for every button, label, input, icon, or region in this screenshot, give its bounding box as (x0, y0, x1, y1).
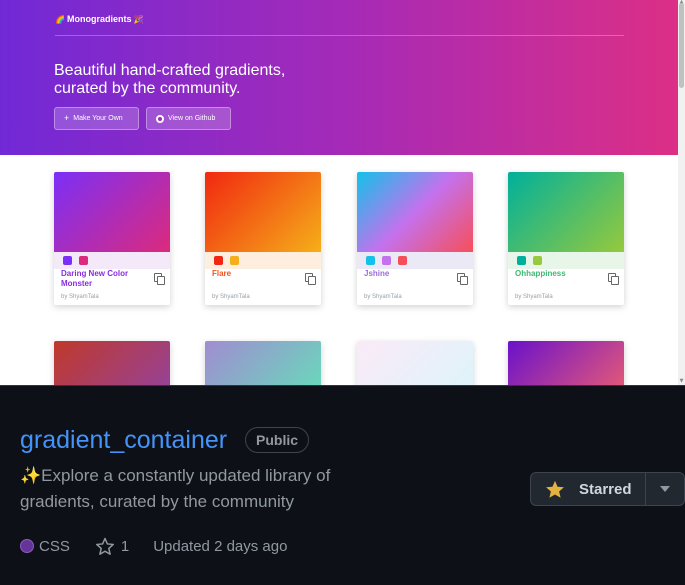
repo-description-line2: gradients, curated by the community (20, 492, 295, 511)
gradient-swatch[interactable] (205, 341, 321, 385)
plus-icon: + (64, 113, 70, 123)
color-stop-chip[interactable] (398, 256, 407, 265)
gradient-swatch[interactable] (357, 341, 473, 385)
gradient-name: Flare (212, 269, 232, 278)
updated-text: Updated 2 days ago (153, 537, 288, 555)
gradient-card[interactable]: Ohhappiness by ShyamTala (508, 172, 624, 305)
make-your-own-label: Make Your Own (73, 115, 123, 122)
copy-icon[interactable] (305, 273, 316, 285)
gradient-name: Ohhappiness (515, 269, 566, 278)
copy-icon[interactable] (608, 273, 619, 285)
starred-button[interactable]: Starred (531, 473, 646, 505)
gradient-swatch[interactable] (54, 172, 170, 252)
color-stop-chip[interactable] (366, 256, 375, 265)
gradient-card[interactable] (508, 341, 624, 385)
rainbow-icon: 🌈 (55, 14, 65, 24)
hero-banner: 🌈 Monogradients 🎉 Beautiful hand-crafted… (0, 0, 678, 155)
view-on-github-label: View on Github (168, 115, 216, 122)
copy-icon[interactable] (457, 273, 468, 285)
github-icon (156, 114, 164, 123)
brand-logo[interactable]: 🌈 Monogradients 🎉 (55, 12, 143, 26)
gradient-card[interactable]: Daring New Color Monster by ShyamTala (54, 172, 170, 305)
make-your-own-button[interactable]: + Make Your Own (54, 107, 139, 130)
gradient-swatch[interactable] (54, 341, 170, 385)
star-list-dropdown[interactable] (646, 473, 684, 505)
repo-description: ✨Explore a constantly updated library of… (20, 463, 370, 515)
hero-headline-line2: curated by the community. (54, 80, 241, 97)
language-color-dot (20, 539, 34, 553)
gradient-swatch[interactable] (508, 341, 624, 385)
color-stop-chip[interactable] (63, 256, 72, 265)
gradient-name: Daring New Color Monster (61, 269, 129, 288)
party-icon: 🎉 (133, 14, 144, 24)
color-stop-chip[interactable] (517, 256, 526, 265)
star-filled-icon (546, 480, 564, 498)
gradient-card[interactable] (357, 341, 473, 385)
color-stop-chip[interactable] (230, 256, 239, 265)
hero-divider (55, 35, 624, 36)
scrollbar-thumb[interactable] (679, 3, 684, 88)
color-stops (205, 252, 321, 269)
view-on-github-button[interactable]: View on Github (146, 107, 231, 130)
preview-scrollbar[interactable]: ▲ ▼ (678, 0, 685, 385)
chevron-down-icon (660, 486, 670, 492)
hero-headline: Beautiful hand-crafted gradients, curate… (54, 62, 354, 98)
gradient-card[interactable] (205, 341, 321, 385)
website-preview-image: 🌈 Monogradients 🎉 Beautiful hand-crafted… (0, 0, 685, 385)
gradient-author: by ShyamTala (364, 294, 402, 300)
repo-name-link[interactable]: gradient_container (20, 426, 227, 454)
gradient-author: by ShyamTala (515, 294, 553, 300)
color-stop-chip[interactable] (214, 256, 223, 265)
stars-count[interactable]: 1 (121, 538, 129, 555)
copy-icon[interactable] (154, 273, 165, 285)
color-stops (508, 252, 624, 269)
gradient-card[interactable]: Flare by ShyamTala (205, 172, 321, 305)
scroll-down-arrow-icon[interactable]: ▼ (679, 379, 684, 384)
gradient-author: by ShyamTala (212, 294, 250, 300)
repo-meta: CSS 1 Updated 2 days ago (20, 534, 287, 558)
gradient-name: Jshine (364, 269, 390, 278)
color-stops (54, 252, 170, 269)
gradient-author: by ShyamTala (61, 294, 99, 300)
starred-button-group: Starred (530, 472, 685, 506)
color-stop-chip[interactable] (79, 256, 88, 265)
star-outline-icon[interactable] (95, 537, 115, 556)
gradient-swatch[interactable] (357, 172, 473, 252)
gradient-swatch[interactable] (205, 172, 321, 252)
repository-card: gradient_container Public ✨Explore a con… (0, 385, 685, 585)
brand-name: Monogradients (66, 14, 132, 24)
language-label: CSS (39, 537, 70, 555)
hero-headline-line1: Beautiful hand-crafted gradients, (54, 62, 286, 79)
starred-label: Starred (579, 480, 632, 498)
visibility-badge: Public (245, 427, 310, 453)
color-stops (357, 252, 473, 269)
repo-description-line1: ✨Explore a constantly updated library of (20, 466, 331, 485)
gradient-card[interactable] (54, 341, 170, 385)
color-stop-chip[interactable] (382, 256, 391, 265)
gradient-card[interactable]: Jshine by ShyamTala (357, 172, 473, 305)
gradient-swatch[interactable] (508, 172, 624, 252)
color-stop-chip[interactable] (533, 256, 542, 265)
